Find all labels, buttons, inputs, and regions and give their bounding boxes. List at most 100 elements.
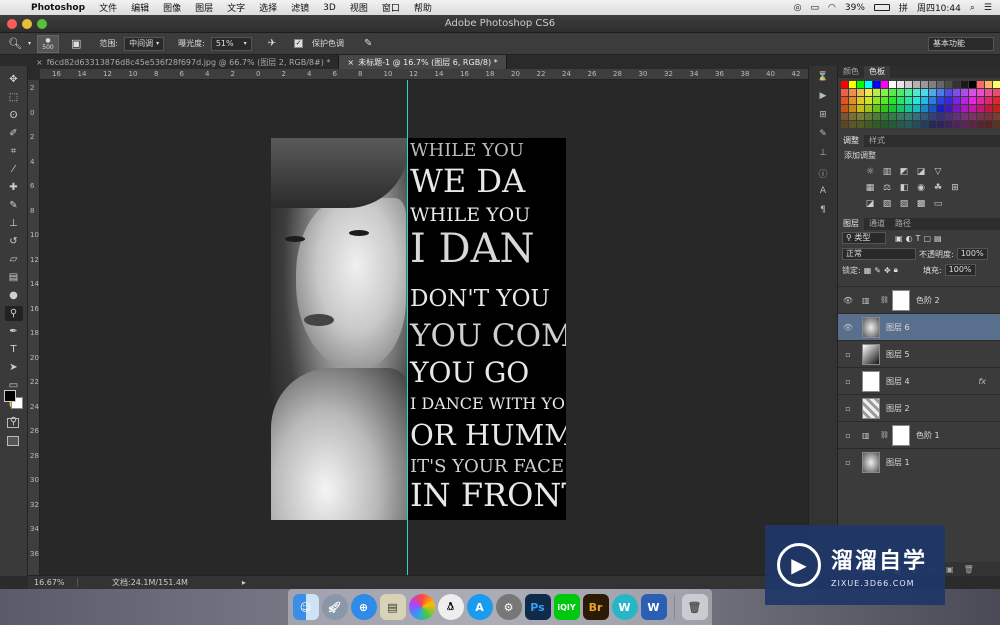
tool-presets-panel-icon[interactable]: ⊞: [816, 110, 830, 122]
marquee-tool-icon[interactable]: ⬚: [5, 90, 23, 105]
layer-name[interactable]: 色阶 1: [916, 430, 940, 441]
layer-thumbnail[interactable]: [862, 316, 880, 338]
layer-name[interactable]: 色阶 2: [916, 295, 940, 306]
layer-row[interactable]: ▫ 图层 1: [838, 448, 1000, 475]
color-swatch[interactable]: [897, 89, 904, 96]
hue-saturation-icon[interactable]: ▦: [864, 183, 876, 193]
color-swatch[interactable]: [849, 97, 856, 104]
app-store-icon[interactable]: A: [466, 594, 493, 620]
color-swatch[interactable]: [905, 97, 912, 104]
crop-tool-icon[interactable]: ⌗: [5, 144, 23, 159]
airplay-icon[interactable]: ▭: [811, 3, 820, 13]
shape-filter-icon[interactable]: ▢: [923, 234, 931, 243]
tab-adjustments[interactable]: 调整: [838, 135, 864, 147]
color-swatch[interactable]: [945, 105, 952, 112]
color-swatch[interactable]: [921, 105, 928, 112]
color-swatch[interactable]: [953, 97, 960, 104]
layer-row[interactable]: 👁︎ ▥ ⛓ 色阶 2: [838, 286, 1000, 313]
blur-tool-icon[interactable]: ●: [5, 288, 23, 303]
quick-mask-icon[interactable]: [7, 418, 19, 428]
close-icon[interactable]: ×: [347, 58, 354, 67]
color-swatch[interactable]: [929, 89, 936, 96]
tab-layers[interactable]: 图层: [838, 218, 864, 230]
app-menu[interactable]: Photoshop: [24, 3, 92, 13]
brush-tool-icon[interactable]: ✎: [5, 198, 23, 213]
zoom-window-button[interactable]: [37, 18, 47, 29]
layer-effects-badge[interactable]: fx: [978, 377, 986, 386]
color-swatch[interactable]: [889, 113, 896, 120]
color-swatch[interactable]: [857, 89, 864, 96]
color-swatch[interactable]: [841, 81, 848, 88]
visibility-toggle[interactable]: ▫: [838, 377, 858, 386]
color-swatch[interactable]: [929, 97, 936, 104]
layer-row[interactable]: ▫ 图层 4 fx: [838, 367, 1000, 394]
color-swatch[interactable]: [977, 113, 984, 120]
brightness-contrast-icon[interactable]: ☼: [864, 167, 876, 177]
color-swatch[interactable]: [905, 113, 912, 120]
color-swatch[interactable]: [961, 97, 968, 104]
color-swatch[interactable]: [969, 113, 976, 120]
canvas-area[interactable]: While you We da While you I dan Don't yo…: [40, 80, 808, 575]
swatches-grid[interactable]: [838, 78, 1000, 131]
color-swatch[interactable]: [889, 121, 896, 128]
color-swatch[interactable]: [993, 81, 1000, 88]
visibility-toggle[interactable]: ▫: [838, 458, 858, 467]
photoshop-icon[interactable]: Ps: [524, 594, 551, 620]
menu-filter[interactable]: 滤镜: [284, 1, 316, 14]
color-swatch[interactable]: [889, 89, 896, 96]
history-panel-icon[interactable]: ⌛: [816, 72, 830, 84]
finder-icon[interactable]: ☺: [292, 594, 319, 620]
layer-name[interactable]: 图层 6: [886, 322, 910, 333]
color-swatch[interactable]: [897, 81, 904, 88]
history-brush-tool-icon[interactable]: ↺: [5, 234, 23, 249]
tablet-pressure-icon[interactable]: ✎: [364, 38, 372, 49]
lock-transparent-icon[interactable]: ▦: [864, 266, 872, 275]
color-swatch[interactable]: [993, 97, 1000, 104]
color-swatch[interactable]: [889, 81, 896, 88]
wifi-icon[interactable]: ◠: [828, 3, 836, 13]
color-swatch[interactable]: [937, 97, 944, 104]
color-swatch[interactable]: [841, 97, 848, 104]
color-swatch[interactable]: [849, 105, 856, 112]
lock-pixels-icon[interactable]: ✎: [874, 266, 881, 275]
color-lookup-icon[interactable]: ⊞: [949, 183, 961, 193]
protect-tones-checkbox[interactable]: ✓: [294, 39, 303, 48]
brush-preset-picker[interactable]: ● 500: [36, 34, 59, 53]
smart-object-filter-icon[interactable]: ▤: [934, 234, 942, 243]
dodge-tool-preset-icon[interactable]: 🔍︎: [8, 37, 22, 50]
color-swatch[interactable]: [985, 89, 992, 96]
path-selection-tool-icon[interactable]: ➤: [5, 360, 23, 375]
color-swatch[interactable]: [849, 121, 856, 128]
mask-link-icon[interactable]: ⛓: [880, 431, 889, 439]
system-preferences-icon[interactable]: ⚙: [495, 594, 522, 620]
menu-view[interactable]: 视图: [343, 1, 375, 14]
visibility-toggle[interactable]: ▫: [838, 431, 858, 440]
color-swatch[interactable]: [889, 97, 896, 104]
layer-thumbnail[interactable]: [862, 370, 880, 392]
color-swatch[interactable]: [897, 113, 904, 120]
wunderlist-icon[interactable]: W: [611, 594, 638, 620]
color-swatch[interactable]: [897, 105, 904, 112]
color-swatch[interactable]: [865, 97, 872, 104]
launchpad-icon[interactable]: 🚀︎: [321, 594, 348, 620]
preview-icon[interactable]: ▤: [379, 594, 406, 620]
paragraph-panel-icon[interactable]: ¶: [816, 205, 830, 217]
horizontal-ruler[interactable]: 16 14 12 10 8 6 4 2 0 2 4 6 8 10 12 14 16 18 20 22 24 26 28 30 3…: [40, 69, 808, 80]
menu-3d[interactable]: 3D: [316, 3, 343, 13]
delete-layer-icon[interactable]: 🗑︎: [964, 565, 974, 574]
color-swatch[interactable]: [993, 121, 1000, 128]
black-white-icon[interactable]: ◧: [898, 183, 910, 193]
color-swatch[interactable]: [897, 121, 904, 128]
new-layer-icon[interactable]: ▣: [946, 565, 954, 574]
color-swatch[interactable]: [937, 89, 944, 96]
qq-icon[interactable]: 🐧︎: [437, 594, 464, 620]
vertical-guide-line[interactable]: [407, 80, 408, 575]
color-swatch[interactable]: [881, 97, 888, 104]
color-swatch[interactable]: [953, 81, 960, 88]
workspace-switcher[interactable]: 基本功能: [928, 37, 994, 51]
color-swatch[interactable]: [913, 81, 920, 88]
pixel-filter-icon[interactable]: ▣: [895, 234, 903, 243]
dodge-tool-icon[interactable]: ⚲: [4, 306, 23, 321]
color-swatch[interactable]: [857, 97, 864, 104]
color-swatch[interactable]: [921, 89, 928, 96]
